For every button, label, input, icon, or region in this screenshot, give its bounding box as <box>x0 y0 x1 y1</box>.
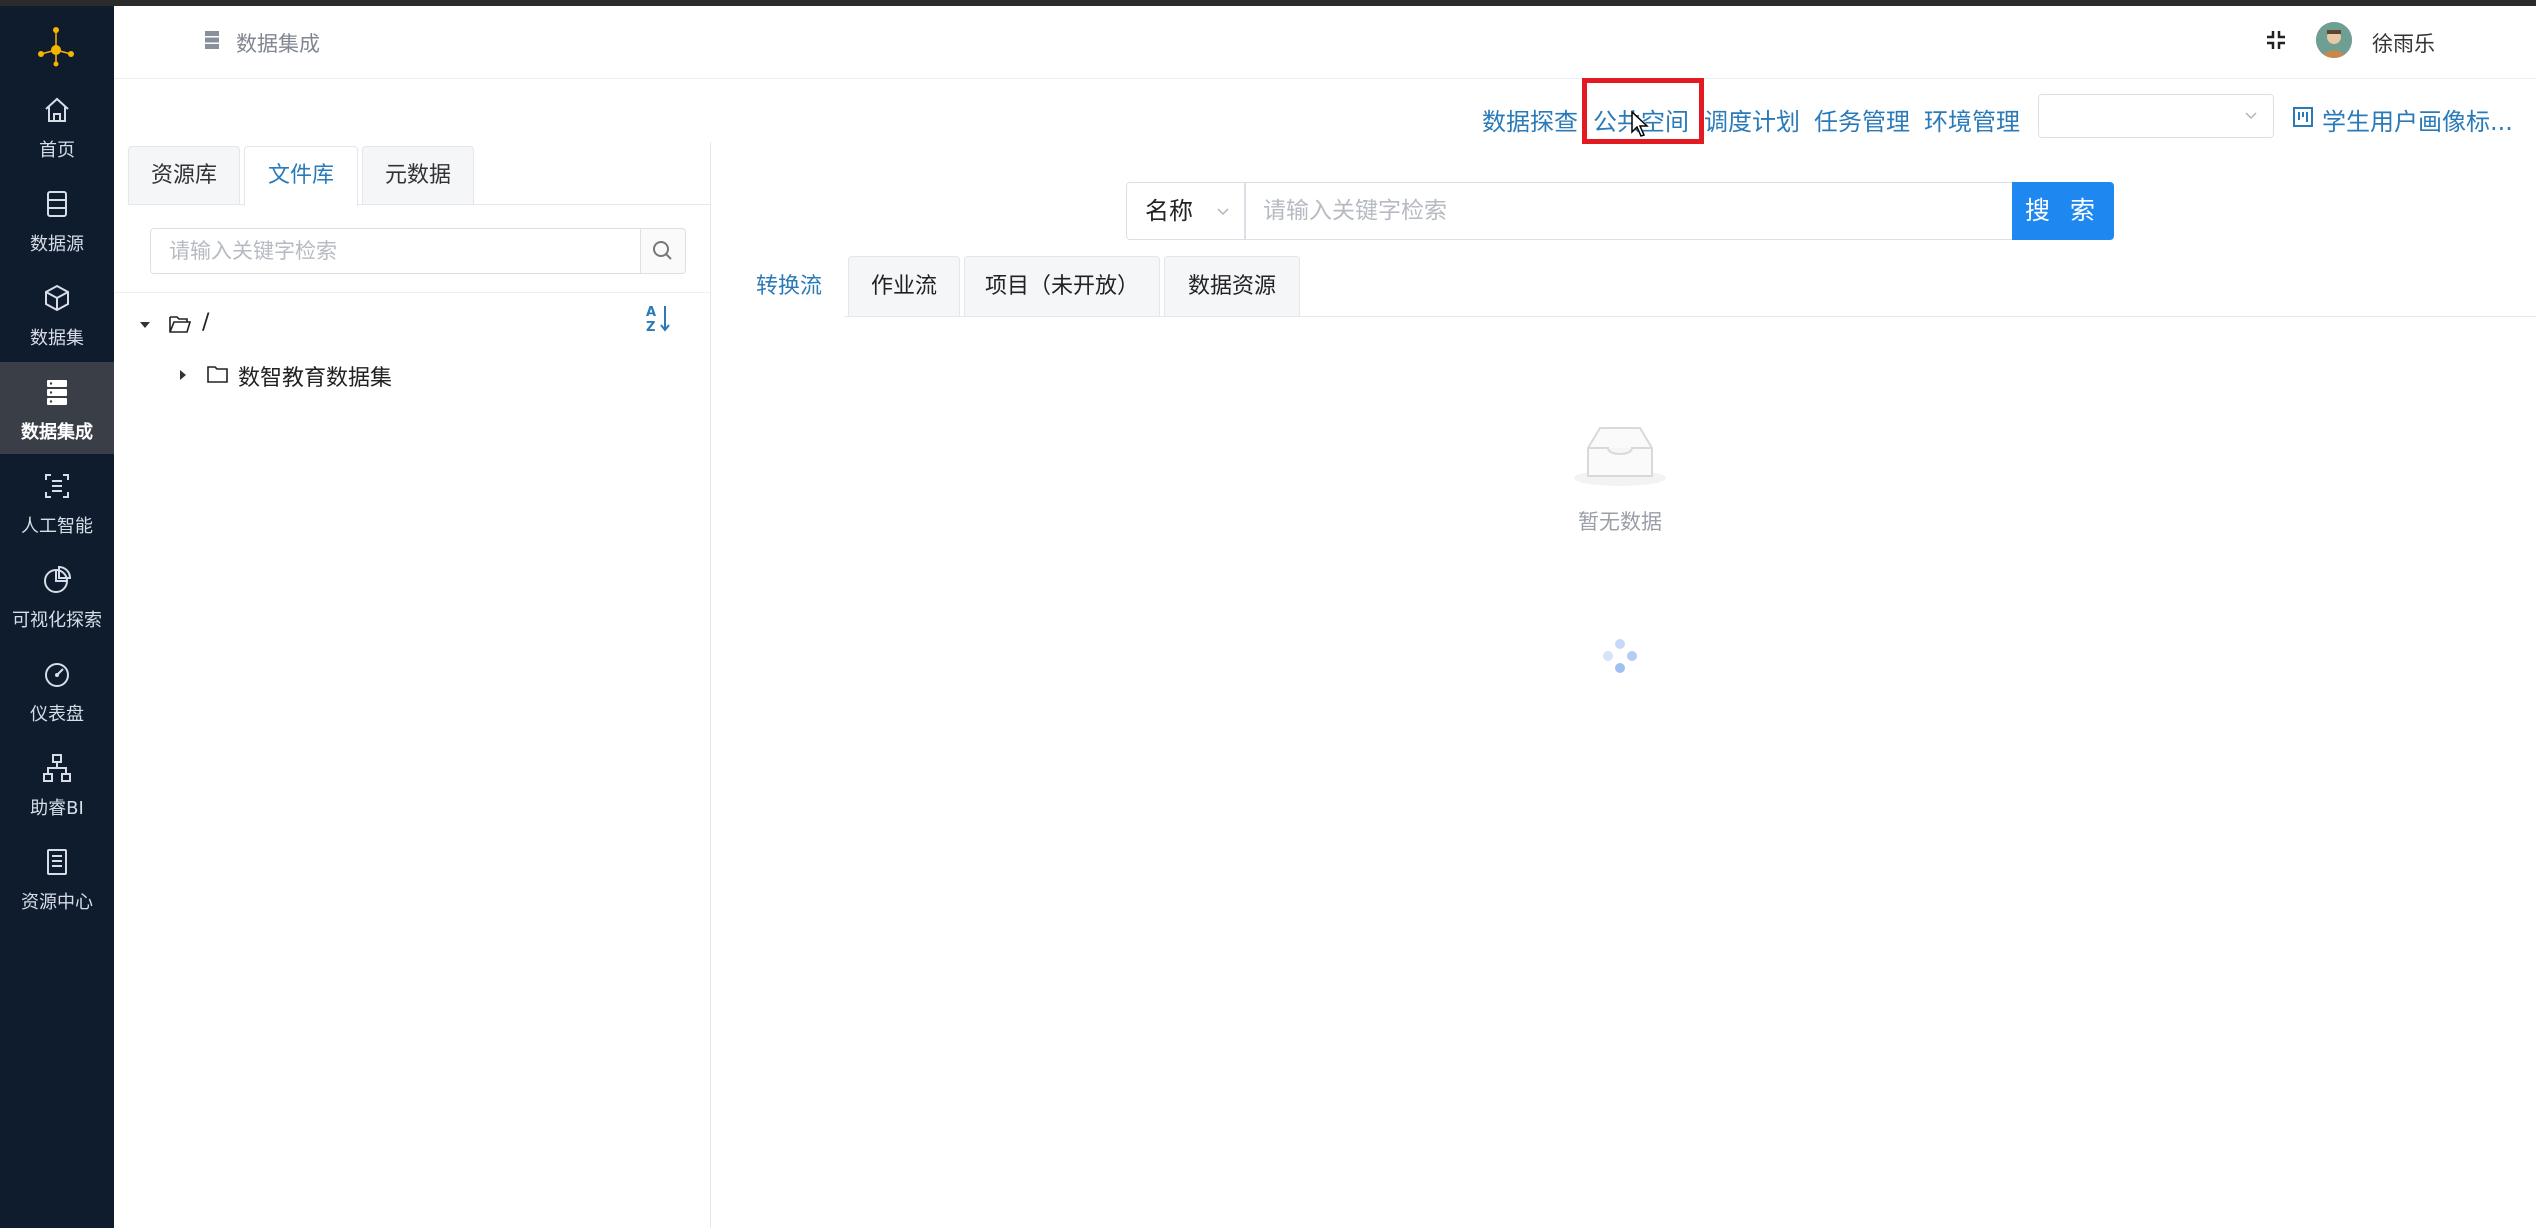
chevron-down-icon <box>1217 208 1229 216</box>
sidebar-item-label: 人工智能 <box>21 516 93 537</box>
folder-open-icon <box>169 316 192 333</box>
empty-state-text: 暂无数据 <box>1578 510 1662 534</box>
sidebar-item-dataset[interactable]: 数据集 <box>0 274 114 362</box>
sidebar-item-label: 资源中心 <box>21 892 93 913</box>
caret-down-icon[interactable] <box>138 318 152 332</box>
sidebar-item-label: 助睿BI <box>30 798 84 819</box>
mouse-cursor-icon <box>1631 110 1649 137</box>
tree-search-input[interactable]: 请输入关键字检索 <box>150 228 650 274</box>
sidebar-item-resource-center[interactable]: 资源中心 <box>0 838 114 926</box>
sidebar-item-label: 数据源 <box>30 234 84 255</box>
folder-icon <box>207 366 228 383</box>
sidebar-item-label: 首页 <box>39 140 75 161</box>
tab-metadata[interactable]: 元数据 <box>362 146 474 204</box>
tree-search-button[interactable] <box>640 228 686 274</box>
left-panel: 资源库 文件库 元数据 请输入关键字检索 A Z / 数智教育数据集 <box>114 142 711 1228</box>
project-name[interactable]: 学生用户画像标... <box>2322 102 2513 137</box>
sidebar-item-ai[interactable]: 人工智能 <box>0 462 114 550</box>
link-task-management[interactable]: 任务管理 <box>1814 102 1910 137</box>
svg-text:A: A <box>646 305 656 320</box>
sidebar: 首页 数据源 数据集 数据集成 人工智能 可视化探索 仪表盘 助睿BI 资源中心 <box>0 6 114 1228</box>
sidebar-item-datasource[interactable]: 数据源 <box>0 180 114 268</box>
database-icon <box>47 191 67 217</box>
search-icon <box>653 241 672 260</box>
tab-resource-library[interactable]: 资源库 <box>128 146 240 204</box>
loading-spinner-icon <box>1603 639 1637 673</box>
resource-tabs: 转换流 作业流 项目（未开放） 数据资源 <box>734 254 2536 318</box>
tab-job-flow[interactable]: 作业流 <box>848 256 960 316</box>
chevron-down-icon <box>2245 112 2257 120</box>
search-button[interactable]: 搜 索 <box>2012 182 2114 240</box>
fullscreen-exit-icon[interactable] <box>2264 28 2288 52</box>
document-icon <box>47 849 67 875</box>
project-board-icon <box>2293 107 2313 127</box>
org-chart-icon <box>43 754 71 782</box>
left-tabs: 资源库 文件库 元数据 <box>128 144 710 206</box>
sidebar-item-dashboard[interactable]: 仪表盘 <box>0 650 114 738</box>
gauge-icon <box>45 663 69 687</box>
sidebar-item-visual-explore[interactable]: 可视化探索 <box>0 556 114 644</box>
search-field-select[interactable]: 名称 <box>1126 182 1246 240</box>
sidebar-item-label: 数据集成 <box>21 422 93 443</box>
link-environment-management[interactable]: 环境管理 <box>1924 102 2020 137</box>
sidebar-item-bi[interactable]: 助睿BI <box>0 744 114 832</box>
pie-chart-icon <box>44 565 72 593</box>
home-icon <box>45 97 69 122</box>
svg-text:Z: Z <box>646 320 655 334</box>
tree-node-label: 数智教育数据集 <box>238 366 393 391</box>
sidebar-item-label: 仪表盘 <box>30 704 84 725</box>
tab-data-resource[interactable]: 数据资源 <box>1164 256 1300 316</box>
ai-scan-icon <box>45 474 69 498</box>
divider <box>114 292 710 293</box>
tab-file-library[interactable]: 文件库 <box>244 146 358 206</box>
caret-right-icon[interactable] <box>176 368 190 382</box>
link-schedule-plan[interactable]: 调度计划 <box>1704 102 1800 137</box>
tree-node-label: / <box>202 310 210 335</box>
empty-inbox-icon <box>1574 427 1666 486</box>
sidebar-item-label: 可视化探索 <box>12 610 102 631</box>
keyword-search-input[interactable]: 请输入关键字检索 <box>1244 182 2014 240</box>
sidebar-item-label: 数据集 <box>30 328 84 349</box>
breadcrumb: 数据集成 <box>236 32 320 56</box>
environment-select[interactable] <box>2038 94 2274 138</box>
username[interactable]: 徐雨乐 <box>2372 28 2435 58</box>
sort-az-icon[interactable]: A Z <box>644 302 674 334</box>
sidebar-item-home[interactable]: 首页 <box>0 86 114 174</box>
server-icon <box>47 380 67 405</box>
sidebar-item-data-integration[interactable]: 数据集成 <box>0 362 114 454</box>
tree-node[interactable]: 数智教育数据集 <box>176 358 576 394</box>
app-logo[interactable] <box>33 24 79 70</box>
avatar[interactable] <box>2316 22 2352 58</box>
page-header: 数据集成 徐雨乐 <box>114 6 2536 79</box>
cube-icon <box>45 284 69 312</box>
link-data-explore[interactable]: 数据探查 <box>1482 102 1578 137</box>
server-icon <box>205 31 219 49</box>
tab-project-unopened[interactable]: 项目（未开放） <box>964 256 1160 316</box>
tab-transform-flow[interactable]: 转换流 <box>734 256 844 318</box>
